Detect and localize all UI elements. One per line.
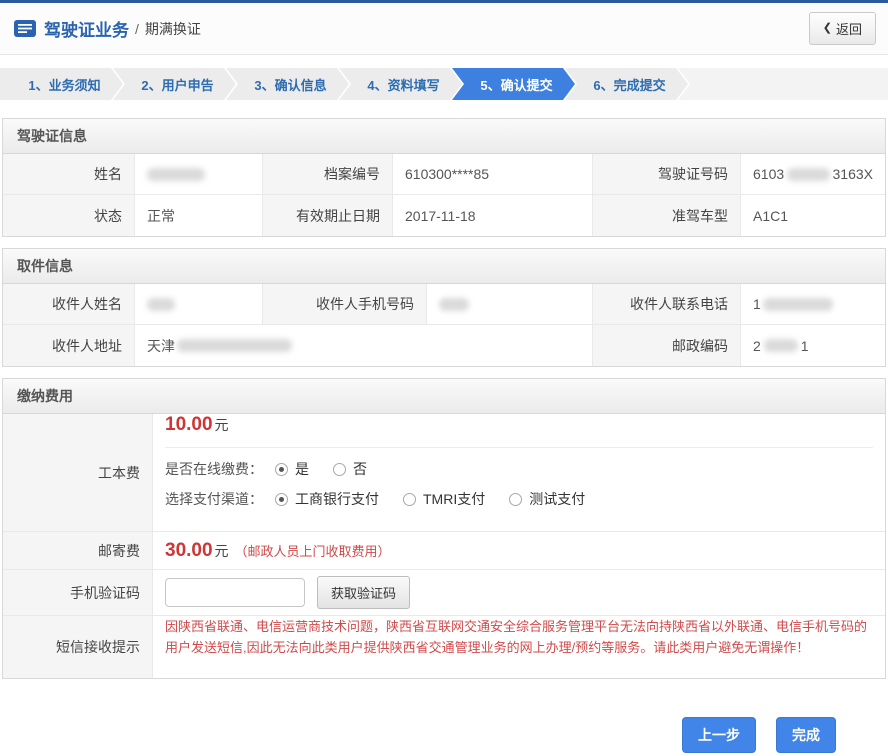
postcode-prefix: 2 [753,338,761,354]
vehicle-class-label: 准驾车型 [593,195,741,236]
radio-unselected-icon [509,493,522,506]
license-no-label: 驾驶证号码 [593,154,741,195]
license-info-section: 驾驶证信息 姓名 档案编号 610300****85 驾驶证号码 6103 31… [2,118,886,237]
chevron-left-icon: ❮ [823,23,832,34]
radio-unselected-icon [403,493,416,506]
get-code-button[interactable]: 获取验证码 [317,576,410,609]
online-pay-option-yes[interactable]: 是 [275,459,309,479]
status-value: 正常 [135,195,263,236]
step-wizard-filler [678,68,888,100]
production-fee-label: 工本费 [3,414,153,532]
page-header: 驾驶证业务 / 期满换证 ❮ 返回 [0,3,888,55]
channel-tmri-label: TMRI支付 [423,489,485,509]
redacted-value [763,298,833,311]
radio-selected-icon [275,493,288,506]
radio-selected-icon [275,463,288,476]
redacted-value [787,168,829,181]
fees-section-title: 缴纳费用 [3,379,885,414]
redacted-value [147,298,175,311]
recipient-phone-value: 1 [741,284,885,325]
expiry-label: 有效期止日期 [263,195,393,236]
channel-option-tmri[interactable]: TMRI支付 [403,489,485,509]
step-item-3: 3、确认信息 [226,68,349,100]
status-label: 状态 [3,195,135,236]
back-button-label: 返回 [836,19,862,38]
recipient-address-prefix: 天津 [147,336,175,356]
file-no-value: 610300****85 [393,154,593,195]
fee-divider [165,447,873,448]
recipient-mobile-value [427,284,593,325]
mail-fee-label: 邮寄费 [3,532,153,570]
sms-code-input[interactable] [165,578,305,607]
previous-step-button[interactable]: 上一步 [682,717,756,753]
step-item-2: 2、用户申告 [113,68,236,100]
page-title: 驾驶证业务 [44,16,129,41]
file-no-label: 档案编号 [263,154,393,195]
channel-option-icbc[interactable]: 工商银行支付 [275,489,379,509]
fees-section: 缴纳费用 工本费 10.00元 是否在线缴费： 是 否 选择支付渠道： [2,378,886,679]
license-no-prefix: 6103 [753,166,784,182]
channel-option-test[interactable]: 测试支付 [509,489,585,509]
sms-tip-text: 因陕西省联通、电信运营商技术问题，陕西省互联网交通安全综合服务管理平台无法向持陕… [165,616,873,658]
step-item-1: 1、业务须知 [0,68,123,100]
license-list-icon [14,20,36,37]
license-no-suffix: 3163X [833,166,873,182]
sms-code-cell: 获取验证码 [153,570,885,616]
sms-tip-label: 短信接收提示 [3,616,153,678]
online-pay-row: 是否在线缴费： 是 否 [165,459,873,479]
currency-unit: 元 [215,417,229,433]
breadcrumb-divider: / [135,21,139,37]
currency-unit: 元 [215,541,229,561]
pickup-info-section: 取件信息 收件人姓名 收件人手机号码 收件人联系电话 1 收件人地址 天津 邮政… [2,248,886,367]
recipient-phone-label: 收件人联系电话 [593,284,741,325]
mail-fee-note: （邮政人员上门收取费用） [235,541,391,560]
online-pay-question: 是否在线缴费： [165,459,263,479]
online-pay-yes-label: 是 [295,459,309,479]
online-pay-option-no[interactable]: 否 [333,459,367,479]
vehicle-class-value: A1C1 [741,195,885,236]
step-item-6: 6、完成提交 [565,68,688,100]
back-button[interactable]: ❮ 返回 [809,12,876,45]
postcode-suffix: 1 [801,338,809,354]
finish-button[interactable]: 完成 [776,717,836,753]
step-item-4: 4、资料填写 [339,68,462,100]
recipient-name-value [135,284,263,325]
mail-fee-cell: 30.00元 （邮政人员上门收取费用） [153,532,885,570]
redacted-value [177,339,292,352]
sms-code-label: 手机验证码 [3,570,153,616]
expiry-value: 2017-11-18 [393,195,593,236]
breadcrumb-current: 期满换证 [145,19,201,39]
production-fee-amount-line: 10.00元 [165,414,873,436]
online-pay-no-label: 否 [353,459,367,479]
pay-channel-row: 选择支付渠道： 工商银行支付 TMRI支付 测试支付 [165,489,873,509]
redacted-value [764,339,798,352]
recipient-address-value: 天津 [135,325,593,366]
channel-test-label: 测试支付 [529,489,585,509]
step-wizard: 1、业务须知 2、用户申告 3、确认信息 4、资料填写 5、确认提交 6、完成提… [0,68,888,100]
pay-channel-question: 选择支付渠道： [165,489,263,509]
recipient-mobile-label: 收件人手机号码 [263,284,427,325]
postcode-label: 邮政编码 [593,325,741,366]
name-label: 姓名 [3,154,135,195]
recipient-name-label: 收件人姓名 [3,284,135,325]
redacted-value [147,168,205,181]
recipient-address-label: 收件人地址 [3,325,135,366]
recipient-phone-prefix: 1 [753,296,761,312]
mail-fee-amount: 30.00 [165,540,213,562]
license-no-value: 6103 3163X [741,154,885,195]
step-item-5-active: 5、确认提交 [452,68,575,100]
license-section-title: 驾驶证信息 [3,119,885,154]
production-fee-amount: 10.00 [165,414,213,435]
postcode-value: 2 1 [741,325,885,366]
radio-unselected-icon [333,463,346,476]
pickup-section-title: 取件信息 [3,249,885,284]
channel-icbc-label: 工商银行支付 [295,489,379,509]
redacted-value [439,298,469,311]
sms-tip-cell: 因陕西省联通、电信运营商技术问题，陕西省互联网交通安全综合服务管理平台无法向持陕… [153,616,885,678]
footer-actions: 上一步 完成 [0,717,888,753]
name-value [135,154,263,195]
production-fee-cell: 10.00元 是否在线缴费： 是 否 选择支付渠道： 工商银行支付 [153,414,885,532]
